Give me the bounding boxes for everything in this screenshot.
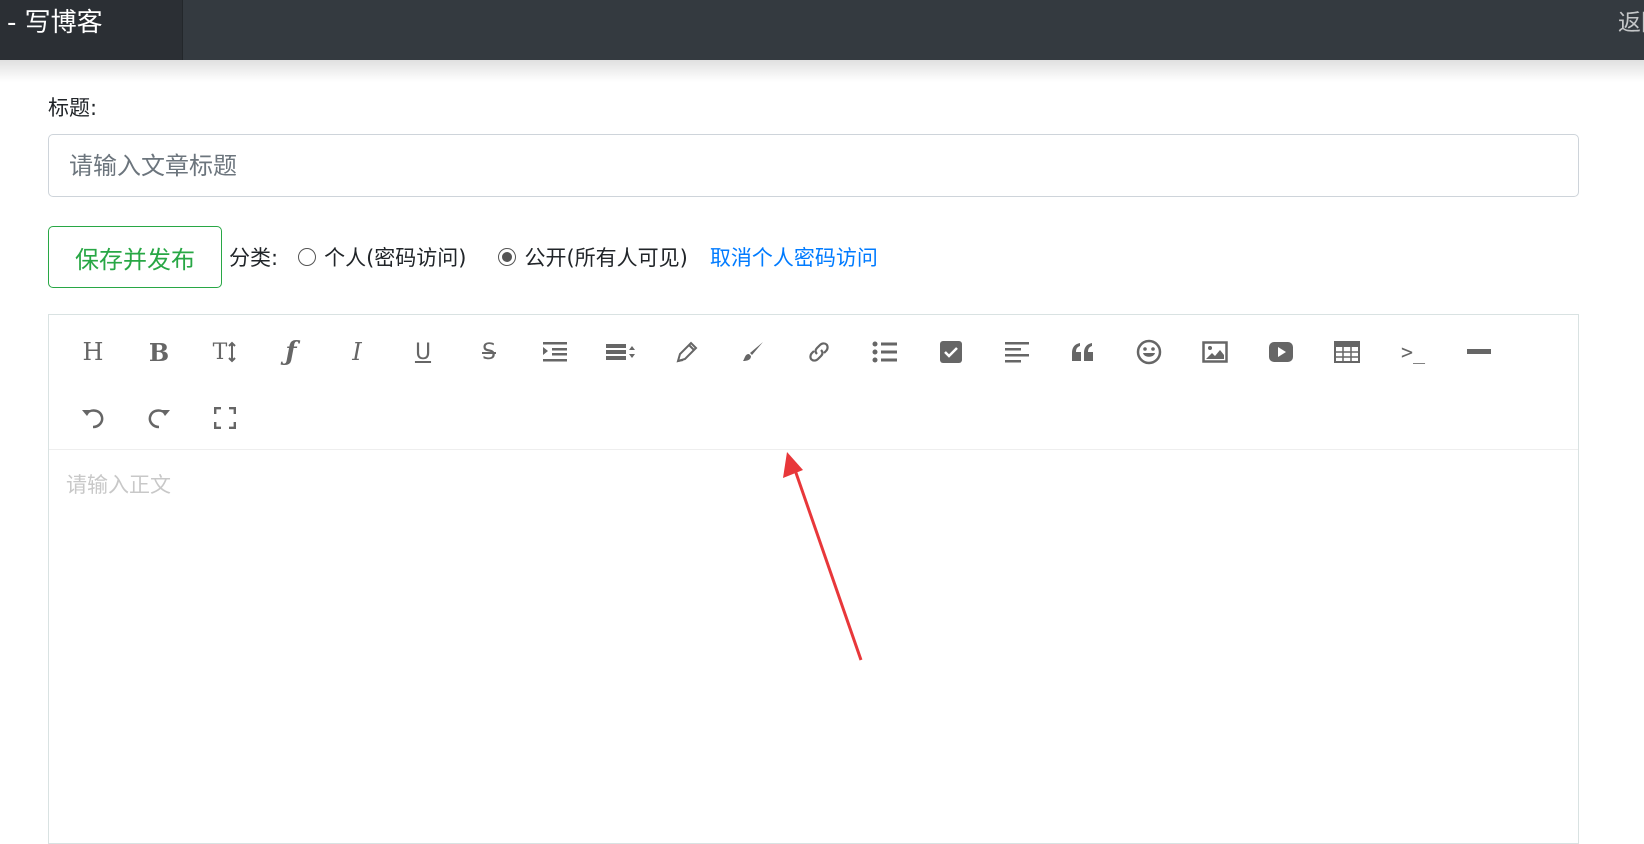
category-label: 分类: bbox=[229, 246, 279, 270]
italic-icon[interactable]: I bbox=[337, 332, 377, 372]
heading-icon[interactable]: H bbox=[73, 332, 113, 372]
font-family-icon[interactable]: ƒ bbox=[271, 332, 311, 372]
markdown-editor: H B T ƒ I U S >_ 请输入正文 bbox=[48, 314, 1579, 844]
table-icon[interactable] bbox=[1327, 332, 1367, 372]
underline-icon[interactable]: U bbox=[403, 332, 443, 372]
checkbox-icon[interactable] bbox=[931, 332, 971, 372]
undo-icon[interactable] bbox=[73, 398, 113, 438]
save-and-publish-button[interactable]: 保存并发布 bbox=[48, 226, 222, 288]
pen-icon[interactable] bbox=[667, 332, 707, 372]
line-height-icon[interactable] bbox=[601, 332, 641, 372]
editor-content[interactable]: 请输入正文 bbox=[49, 451, 1578, 841]
code-icon[interactable]: >_ bbox=[1393, 332, 1433, 372]
category-option-public[interactable]: 公开(所有人可见) bbox=[498, 242, 688, 272]
indent-icon[interactable] bbox=[535, 332, 575, 372]
back-link[interactable]: 返回 bbox=[1618, 0, 1644, 46]
bold-icon[interactable]: B bbox=[139, 332, 179, 372]
page-title: - 写博客 bbox=[0, 0, 183, 60]
editor-toolbar: H B T ƒ I U S >_ bbox=[49, 315, 1578, 450]
strikethrough-icon[interactable]: S bbox=[469, 332, 509, 372]
top-navbar: - 写博客 返回 bbox=[0, 0, 1644, 60]
category-selector: 分类: 个人(密码访问) 公开(所有人可见) 取消个人密码访问 bbox=[229, 240, 878, 274]
link-icon[interactable] bbox=[799, 332, 839, 372]
radio-public[interactable] bbox=[498, 248, 517, 266]
editor-placeholder: 请输入正文 bbox=[66, 473, 171, 497]
emoji-icon[interactable] bbox=[1129, 332, 1169, 372]
radio-private[interactable] bbox=[298, 248, 317, 266]
category-option-private[interactable]: 个人(密码访问) bbox=[298, 242, 466, 272]
redo-icon[interactable] bbox=[139, 398, 179, 438]
video-icon[interactable] bbox=[1261, 332, 1301, 372]
quote-icon[interactable] bbox=[1063, 332, 1103, 372]
title-input[interactable] bbox=[48, 134, 1579, 197]
brush-icon[interactable] bbox=[733, 332, 773, 372]
category-option-private-label: 个人(密码访问) bbox=[324, 246, 467, 270]
category-option-public-label: 公开(所有人可见) bbox=[524, 246, 688, 270]
fullscreen-icon[interactable] bbox=[205, 398, 245, 438]
horizontal-rule-icon[interactable] bbox=[1459, 332, 1499, 372]
unordered-list-icon[interactable] bbox=[865, 332, 905, 372]
title-label: 标题: bbox=[48, 96, 98, 120]
image-icon[interactable] bbox=[1195, 332, 1235, 372]
cancel-private-access-link[interactable]: 取消个人密码访问 bbox=[710, 242, 878, 272]
align-left-icon[interactable] bbox=[997, 332, 1037, 372]
navbar-shadow bbox=[0, 60, 1644, 82]
font-size-icon[interactable]: T bbox=[205, 332, 245, 372]
